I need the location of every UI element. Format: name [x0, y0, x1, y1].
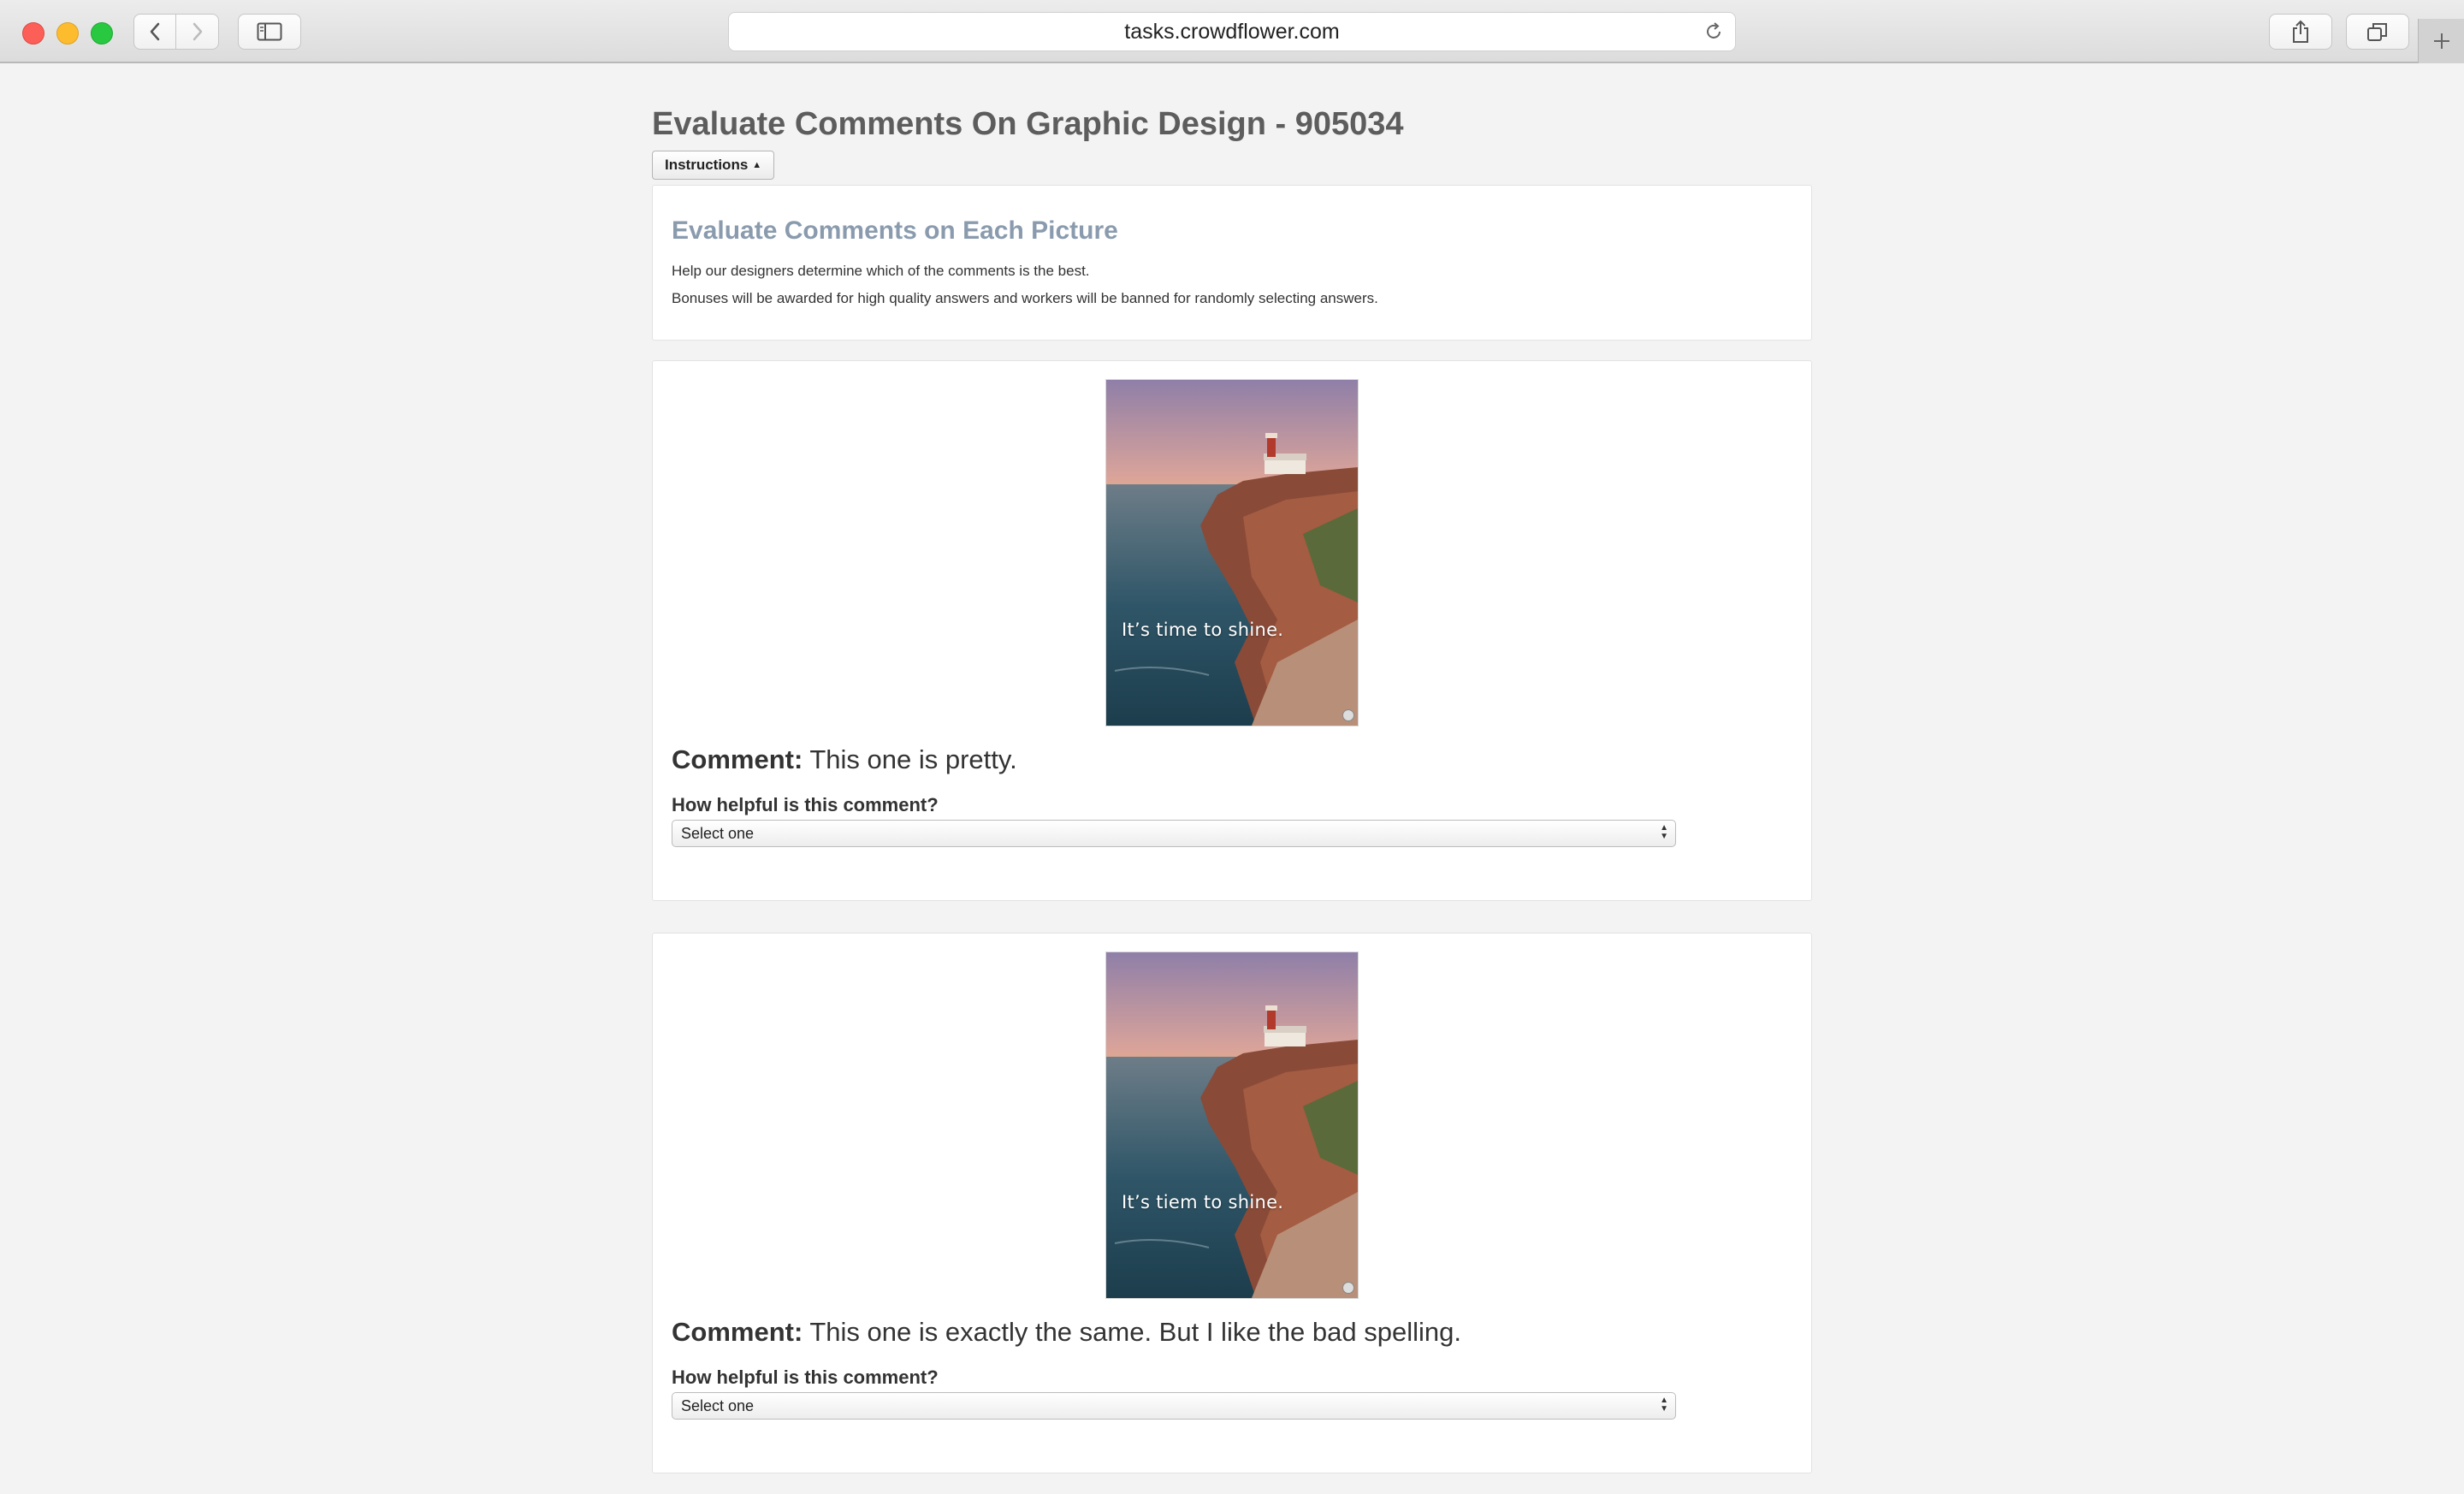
- reload-icon[interactable]: [1703, 21, 1725, 43]
- helpfulness-select[interactable]: Select one ▲ ▼: [672, 820, 1676, 847]
- show-tabs-button[interactable]: [2346, 14, 2409, 50]
- share-icon: [2293, 20, 2308, 43]
- judgment-unit: It’s tiem to shine. Comment: This one is…: [652, 933, 1812, 1473]
- sidebar-toggle-button[interactable]: [238, 14, 301, 50]
- watermark-icon: [1342, 1282, 1354, 1294]
- judgment-unit: It’s time to shine. Comment: This one is…: [652, 360, 1812, 901]
- watermark-icon: [1342, 709, 1354, 721]
- tabs-icon: [2367, 23, 2387, 41]
- select-value: Select one: [681, 1396, 755, 1414]
- instructions-toggle-button[interactable]: Instructions ▲: [652, 151, 775, 180]
- address-bar[interactable]: tasks.crowdflower.com: [728, 12, 1736, 51]
- close-window-button[interactable]: [22, 22, 44, 44]
- comment-body: This one is exactly the same. But I like…: [809, 1317, 1461, 1347]
- instructions-panel: Evaluate Comments on Each Picture Help o…: [652, 185, 1812, 341]
- instructions-text-line: Bonuses will be awarded for high quality…: [672, 290, 1378, 306]
- comment-text: Comment: This one is pretty.: [672, 744, 1017, 775]
- back-button[interactable]: [133, 14, 176, 50]
- design-image: It’s tiem to shine.: [1106, 952, 1358, 1298]
- forward-button[interactable]: [176, 14, 219, 50]
- caret-up-icon: ▲: [752, 160, 762, 170]
- share-button[interactable]: [2269, 14, 2332, 50]
- zoom-window-button[interactable]: [91, 22, 113, 44]
- page-title: Evaluate Comments On Graphic Design - 90…: [652, 106, 1404, 142]
- instructions-heading: Evaluate Comments on Each Picture: [672, 216, 1118, 245]
- instructions-button-label: Instructions: [665, 157, 749, 173]
- select-arrows-icon: ▲ ▼: [1660, 823, 1668, 841]
- comment-label: Comment:: [672, 744, 803, 774]
- sidebar-icon: [257, 22, 282, 41]
- chevron-right-icon: [192, 22, 202, 41]
- helpfulness-question: How helpful is this comment?: [672, 1367, 939, 1388]
- helpfulness-question: How helpful is this comment?: [672, 794, 939, 815]
- select-value: Select one: [681, 824, 755, 842]
- chevron-left-icon: [150, 22, 160, 41]
- image-caption: It’s tiem to shine.: [1122, 1192, 1284, 1212]
- helpfulness-select[interactable]: Select one ▲ ▼: [672, 1392, 1676, 1420]
- instructions-text-line: Help our designers determine which of th…: [672, 263, 1090, 279]
- browser-toolbar: tasks.crowdflower.com: [0, 0, 2464, 63]
- plus-icon: [2433, 33, 2449, 49]
- design-image: It’s time to shine.: [1106, 380, 1358, 726]
- comment-body: This one is pretty.: [809, 744, 1017, 774]
- comment-text: Comment: This one is exactly the same. B…: [672, 1317, 1461, 1348]
- image-caption: It’s time to shine.: [1122, 620, 1284, 640]
- comment-label: Comment:: [672, 1317, 803, 1347]
- url-text: tasks.crowdflower.com: [1124, 19, 1340, 44]
- new-tab-button[interactable]: [2418, 19, 2464, 63]
- select-arrows-icon: ▲ ▼: [1660, 1396, 1668, 1414]
- minimize-window-button[interactable]: [56, 22, 79, 44]
